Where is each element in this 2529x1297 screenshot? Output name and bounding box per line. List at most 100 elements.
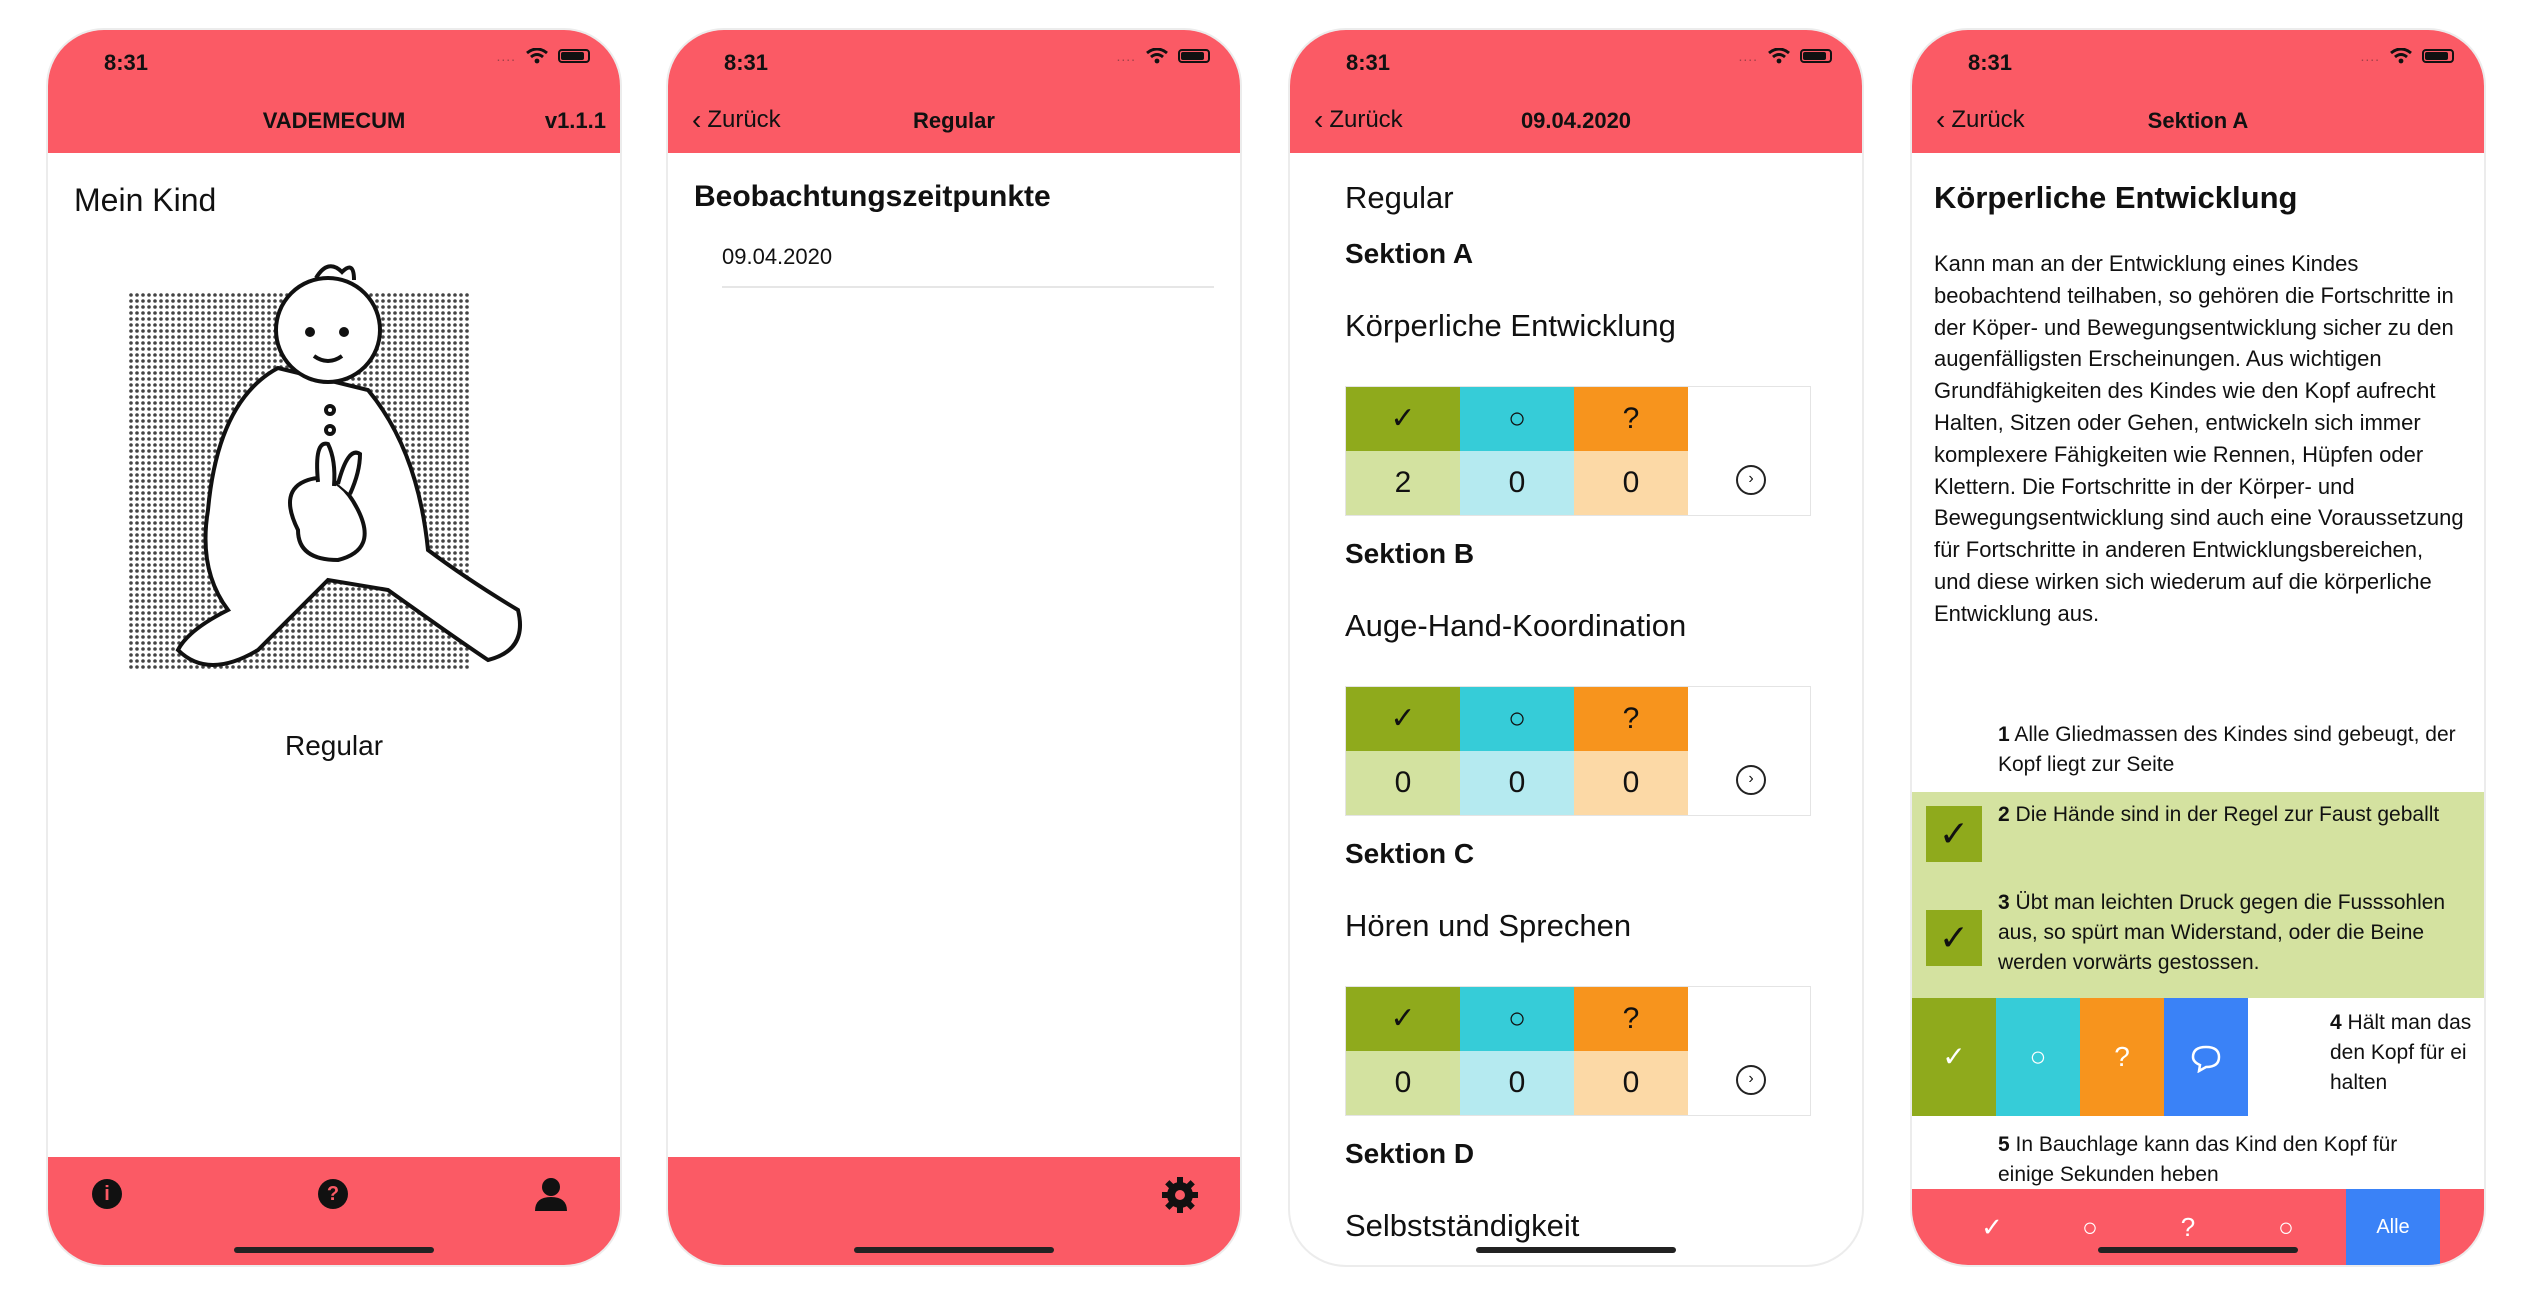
checkmark-icon[interactable]: ✓ <box>1926 910 1982 966</box>
battery-icon <box>2422 49 2454 63</box>
tab-bar: i ? <box>48 1157 620 1265</box>
yes-count: 0 <box>1346 1051 1460 1115</box>
unsure-count: 0 <box>1574 1051 1688 1115</box>
list-divider <box>722 286 1214 288</box>
list-item[interactable]: 3 Übt man leichten Druck gegen die Fusss… <box>1998 888 2468 978</box>
list-item[interactable]: 09.04.2020 <box>722 244 832 270</box>
signal-icon: .... <box>1738 48 1758 64</box>
status-time: 8:31 <box>724 50 769 75</box>
no-icon: ○ <box>1460 387 1574 451</box>
comment-button[interactable] <box>2164 998 2248 1116</box>
filter-all-tab[interactable]: Alle <box>2346 1189 2440 1265</box>
profile-caption: Regular <box>284 730 384 761</box>
page-title: Mein Kind <box>74 182 217 218</box>
yes-count: 0 <box>1346 751 1460 815</box>
chevron-right-circle-icon[interactable]: › <box>1736 1065 1766 1095</box>
home-indicator <box>234 1247 434 1253</box>
section-c-grid[interactable]: ✓ ○ ? 0 0 0 › <box>1345 986 1811 1116</box>
section-b-grid[interactable]: ✓ ○ ? 0 0 0 › <box>1345 686 1811 816</box>
filter-comment-tab[interactable]: ○ <box>2246 1189 2326 1265</box>
swipe-row: ✓ ○ ? 4 Hält man das den Kopf für ei hal… <box>1912 998 2484 1116</box>
wifi-icon <box>526 48 548 64</box>
header-bar: 8:31 .... ‹ Zurück Regular <box>668 30 1240 153</box>
item-text: Übt man leichten Druck gegen die Fusssoh… <box>1998 891 2446 974</box>
child-illustration[interactable] <box>128 250 568 690</box>
yes-icon: ✓ <box>1346 687 1460 751</box>
section-d-category: Selbstständigkeit <box>1345 1208 1580 1243</box>
section-c-label: Sektion C <box>1345 838 1475 869</box>
no-count: 0 <box>1460 751 1574 815</box>
status-time: 8:31 <box>1346 50 1391 75</box>
section-a-category: Körperliche Entwicklung <box>1345 308 1676 343</box>
filter-yes-tab[interactable]: ✓ <box>1952 1189 2032 1265</box>
list-item[interactable]: 2 Die Hände sind in der Regel zur Faust … <box>1998 800 2458 830</box>
battery-icon <box>1800 49 1832 63</box>
phone-screen-home: 8:31 .... VADEMECUM v1.1.1 Mein Kind Reg… <box>48 30 620 1265</box>
question-icon[interactable]: ? <box>318 1179 348 1209</box>
item-number: 1 <box>1998 723 2010 746</box>
nav-title: Sektion A <box>2147 108 2249 133</box>
gear-icon[interactable] <box>1160 1175 1200 1215</box>
app-title: VADEMECUM <box>262 108 406 133</box>
signal-icon: .... <box>496 48 516 64</box>
chevron-right-circle-icon[interactable]: › <box>1736 765 1766 795</box>
list-item[interactable]: 4 Hält man das den Kopf für ei halten <box>2330 1008 2480 1098</box>
item-text: In Bauchlage kann das Kind den Kopf für … <box>1998 1133 2398 1186</box>
comment-icon <box>2191 1045 2221 1074</box>
checked-items-group: ✓ 2 Die Hände sind in der Regel zur Faus… <box>1912 792 2484 998</box>
wifi-icon <box>1146 48 1168 64</box>
wifi-icon <box>1768 48 1790 64</box>
checkmark-icon[interactable]: ✓ <box>1926 806 1982 862</box>
nav-title: Regular <box>913 108 995 133</box>
chevron-right-circle-icon[interactable]: › <box>1736 465 1766 495</box>
unsure-icon: ? <box>1574 387 1688 451</box>
page-title: Beobachtungszeitpunkte <box>694 180 1051 213</box>
rate-no-button[interactable]: ○ <box>1996 998 2080 1116</box>
version-label: v1.1.1 <box>544 108 606 133</box>
battery-icon <box>558 49 590 63</box>
info-icon[interactable]: i <box>92 1179 122 1209</box>
rate-unsure-button[interactable]: ? <box>2080 998 2164 1116</box>
filter-no-tab[interactable]: ○ <box>2050 1189 2130 1265</box>
header-bar: 8:31 .... ‹ Zurück 09.04.2020 <box>1290 30 1862 153</box>
status-icons: .... <box>1116 48 1210 64</box>
unsure-count: 0 <box>1574 751 1688 815</box>
item-text: Alle Gliedmassen des Kindes sind gebeugt… <box>1998 723 2456 776</box>
item-number: 4 <box>2330 1011 2342 1034</box>
list-item[interactable]: 1 Alle Gliedmassen des Kindes sind gebeu… <box>1998 720 2458 780</box>
signal-icon: .... <box>2360 48 2380 64</box>
phone-screen-observations: 8:31 .... ‹ Zurück Regular Beobachtungsz… <box>668 30 1240 1265</box>
home-indicator <box>854 1247 1054 1253</box>
list-item[interactable]: 5 In Bauchlage kann das Kind den Kopf fü… <box>1998 1130 2458 1190</box>
yes-icon: ✓ <box>1346 987 1460 1051</box>
tab-bar <box>668 1157 1240 1265</box>
nav-title: 09.04.2020 <box>1520 108 1632 133</box>
no-count: 0 <box>1460 451 1574 515</box>
group-title: Regular <box>1345 180 1454 215</box>
status-icons: .... <box>1738 48 1832 64</box>
person-icon[interactable] <box>532 1175 570 1213</box>
header-bar: 8:31 .... ‹ Zurück Sektion A <box>1912 30 2484 153</box>
status-icons: .... <box>496 48 590 64</box>
header-bar: 8:31 .... VADEMECUM v1.1.1 <box>48 30 620 153</box>
yes-icon: ✓ <box>1346 387 1460 451</box>
no-icon: ○ <box>1460 687 1574 751</box>
section-a-grid[interactable]: ✓ ○ ? 2 0 0 › <box>1345 386 1811 516</box>
item-text: Die Hände sind in der Regel zur Faust ge… <box>2015 803 2440 826</box>
home-indicator <box>1476 1247 1676 1253</box>
wifi-icon <box>2390 48 2412 64</box>
section-b-label: Sektion B <box>1345 538 1475 569</box>
section-description: Kann man an der Entwicklung eines Kindes… <box>1934 251 2464 626</box>
unsure-icon: ? <box>1574 687 1688 751</box>
rate-yes-button[interactable]: ✓ <box>1912 998 1996 1116</box>
filter-unsure-tab[interactable]: ? <box>2148 1189 2228 1265</box>
filter-bar: ✓ ○ ? ○ Alle <box>1912 1189 2484 1265</box>
phone-screen-section-detail: 8:31 .... ‹ Zurück Sektion A Körperliche… <box>1912 30 2484 1265</box>
status-time: 8:31 <box>1968 50 2013 75</box>
section-c-category: Hören und Sprechen <box>1345 908 1632 943</box>
battery-icon <box>1178 49 1210 63</box>
section-a-label: Sektion A <box>1345 238 1474 269</box>
no-icon: ○ <box>1460 987 1574 1051</box>
status-icons: .... <box>2360 48 2454 64</box>
section-d-label: Sektion D <box>1345 1138 1475 1169</box>
